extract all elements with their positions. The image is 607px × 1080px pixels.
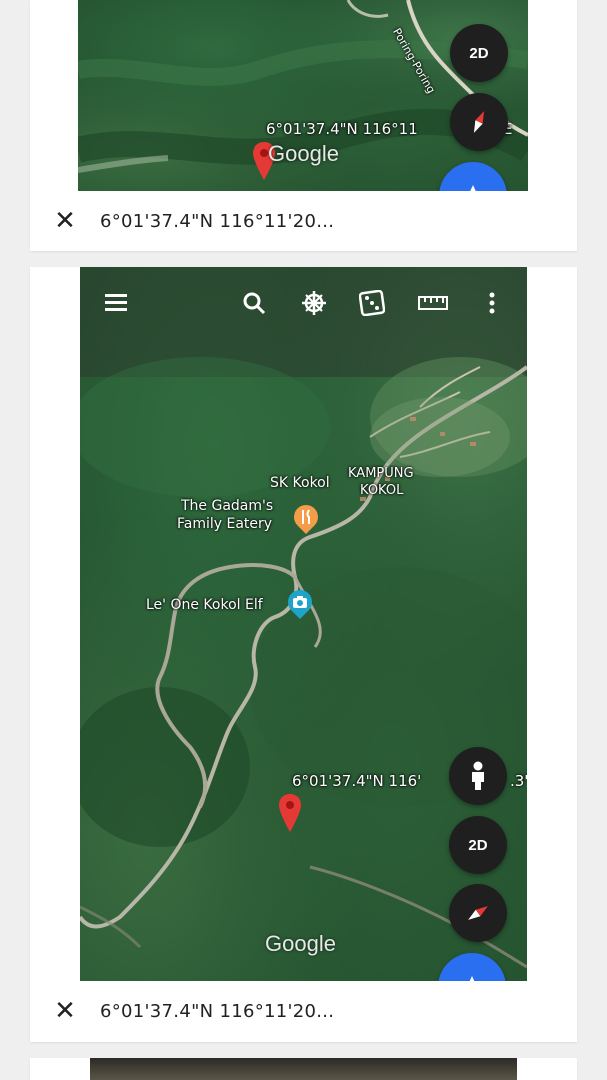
menu-icon[interactable] [102,289,130,317]
coordinate-overlay-tail: .3" [510,772,527,790]
pegman-icon [472,761,484,790]
restaurant-pin-icon[interactable] [289,500,323,534]
result-card-2: SK Kokol KAMPUNG KOKOL The Gadam's Famil… [30,267,577,1042]
result-card-1: Poring-Poring 6°01'37.4"N 116°11 E Googl… [30,0,577,251]
place-label-kampung[interactable]: KAMPUNG [348,465,414,483]
camera-pin-icon[interactable] [283,585,317,619]
2d-label: 2D [468,836,488,854]
place-label-eatery-line1[interactable]: The Gadam's [181,497,273,515]
compass-rose-icon[interactable] [300,289,328,317]
compass-button[interactable] [450,93,508,151]
coordinate-overlay: 6°01'37.4"N 116' [292,772,422,790]
map-terrain-2 [80,267,527,969]
place-label-le-one[interactable]: Le' One Kokol Elf [146,596,263,614]
coordinate-text[interactable]: 6°01'37.4"N 116°11'20... [100,211,334,232]
2d-toggle-button[interactable]: 2D [450,24,508,82]
compass-needle-icon [473,111,485,133]
place-label-eatery-line2[interactable]: Family Eatery [177,515,272,533]
place-label-kokol[interactable]: KOKOL [360,482,403,500]
more-vert-icon[interactable] [478,289,506,317]
close-button[interactable]: ✕ [30,206,100,236]
2d-toggle-button[interactable]: 2D [449,816,507,874]
google-logo: Google [268,141,339,166]
close-button[interactable]: ✕ [30,996,100,1026]
street-view-button[interactable] [449,747,507,805]
google-logo: Google [265,931,336,956]
2d-label: 2D [469,44,489,62]
coordinate-overlay: 6°01'37.4"N 116°11 [266,120,418,138]
compass-button[interactable] [449,884,507,942]
coordinate-bar: ✕ 6°01'37.4"N 116°11'20... [30,191,577,251]
satellite-map-3[interactable] [90,1058,517,1080]
search-icon[interactable] [240,289,268,317]
location-pin-icon[interactable] [279,794,301,832]
result-card-3 [30,1058,577,1080]
place-label-sk-kokol[interactable]: SK Kokol [270,474,330,492]
satellite-map-2[interactable]: SK Kokol KAMPUNG KOKOL The Gadam's Famil… [80,267,527,981]
coordinate-bar: ✕ 6°01'37.4"N 116°11'20... [30,981,577,1041]
map-toolbar [80,267,527,337]
ruler-icon[interactable] [417,289,449,317]
dice-icon[interactable] [358,289,386,317]
compass-needle-icon [468,906,488,920]
satellite-map-1[interactable]: Poring-Poring 6°01'37.4"N 116°11 E Googl… [78,0,528,191]
coordinate-text[interactable]: 6°01'37.4"N 116°11'20... [100,1001,334,1022]
